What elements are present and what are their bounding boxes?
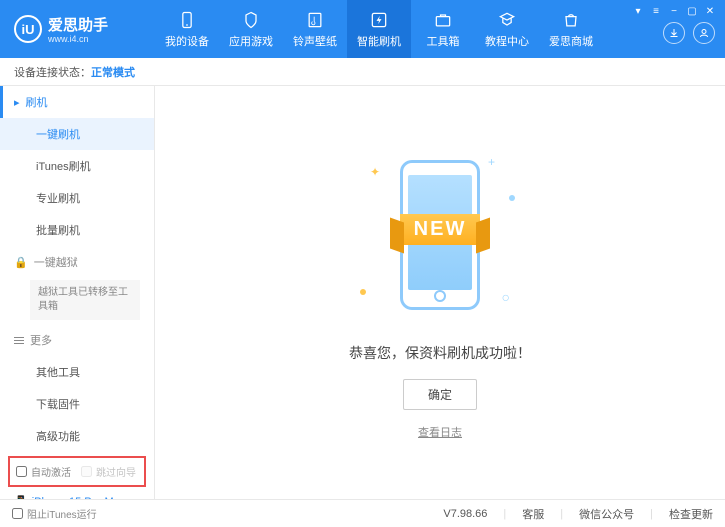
jailbreak-note: 越狱工具已转移至工具箱: [30, 280, 140, 320]
success-message: 恭喜您，保资料刷机成功啦！: [349, 343, 531, 363]
window-controls: ▾ ≡ − ▢ ✕: [631, 4, 717, 18]
music-icon: [305, 10, 325, 30]
more-icon: [14, 337, 24, 344]
status-label: 设备连接状态：: [14, 64, 91, 80]
minimize-icon[interactable]: −: [667, 4, 681, 18]
footer-link-wechat[interactable]: 微信公众号: [579, 506, 634, 522]
skip-guide-checkbox[interactable]: 跳过向导: [81, 464, 136, 479]
sidebar: ▸ 刷机 一键刷机 iTunes刷机 专业刷机 批量刷机 🔒 一键越狱 越狱工具…: [0, 86, 155, 499]
sidebar-section-more[interactable]: 更多: [0, 324, 154, 356]
status-mode: 正常模式: [91, 64, 135, 80]
app-header: iU 爱思助手 www.i4.cn 我的设备 应用游戏 铃声壁纸 智能刷机 工具…: [0, 0, 725, 58]
sidebar-item-oneclick[interactable]: 一键刷机: [0, 118, 154, 150]
user-icon[interactable]: [693, 22, 715, 44]
skin-icon[interactable]: ▾: [631, 4, 645, 18]
sidebar-item-batch[interactable]: 批量刷机: [0, 214, 154, 246]
sidebar-section-flash[interactable]: ▸ 刷机: [0, 86, 154, 118]
body: ▸ 刷机 一键刷机 iTunes刷机 专业刷机 批量刷机 🔒 一键越狱 越狱工具…: [0, 86, 725, 499]
logo-area: iU 爱思助手 www.i4.cn: [0, 14, 155, 44]
header-right: [663, 22, 715, 44]
app-url: www.i4.cn: [48, 34, 108, 44]
nav-toolbox[interactable]: 工具箱: [411, 0, 475, 58]
lock-icon: 🔒: [14, 256, 28, 269]
logo-icon: iU: [14, 15, 42, 43]
sidebar-item-pro[interactable]: 专业刷机: [0, 182, 154, 214]
confirm-button[interactable]: 确定: [403, 379, 477, 410]
nav-store[interactable]: 爱思商城: [539, 0, 603, 58]
store-icon: [561, 10, 581, 30]
nav-ringtones[interactable]: 铃声壁纸: [283, 0, 347, 58]
menu-icon[interactable]: ≡: [649, 4, 663, 18]
tutorial-icon: [497, 10, 517, 30]
main-content: ✦ + ○ NEW 恭喜您，保资料刷机成功啦！ 确定 查看日志: [155, 86, 725, 499]
nav-my-device[interactable]: 我的设备: [155, 0, 219, 58]
view-log-link[interactable]: 查看日志: [418, 424, 462, 440]
auto-activate-checkbox[interactable]: 自动激活: [16, 464, 71, 479]
device-info: 📱 iPhone 15 Pro Max 512GB iPhone: [0, 491, 154, 499]
sidebar-section-jailbreak: 🔒 一键越狱: [0, 246, 154, 278]
maximize-icon[interactable]: ▢: [685, 4, 699, 18]
status-bar: 设备连接状态： 正常模式: [0, 58, 725, 86]
close-icon[interactable]: ✕: [703, 4, 717, 18]
app-name: 爱思助手: [48, 14, 108, 35]
footer: 阻止iTunes运行 V7.98.66 | 客服 | 微信公众号 | 检查更新: [0, 499, 725, 527]
apps-icon: [241, 10, 261, 30]
download-icon[interactable]: [663, 22, 685, 44]
version-label: V7.98.66: [443, 508, 487, 520]
new-ribbon: NEW: [400, 214, 481, 245]
footer-link-support[interactable]: 客服: [522, 506, 544, 522]
sidebar-item-itunes[interactable]: iTunes刷机: [0, 150, 154, 182]
flash-section-icon: ▸: [14, 96, 20, 109]
sidebar-item-other[interactable]: 其他工具: [0, 356, 154, 388]
footer-link-update[interactable]: 检查更新: [669, 506, 713, 522]
nav-apps[interactable]: 应用游戏: [219, 0, 283, 58]
nav-flash[interactable]: 智能刷机: [347, 0, 411, 58]
success-illustration: ✦ + ○ NEW: [340, 145, 540, 325]
sidebar-item-firmware[interactable]: 下载固件: [0, 388, 154, 420]
toolbox-icon: [433, 10, 453, 30]
sidebar-options-highlight: 自动激活 跳过向导: [8, 456, 146, 487]
device-icon: [177, 10, 197, 30]
block-itunes-checkbox[interactable]: 阻止iTunes运行: [12, 506, 97, 521]
sidebar-item-advanced[interactable]: 高级功能: [0, 420, 154, 452]
nav-tutorials[interactable]: 教程中心: [475, 0, 539, 58]
flash-icon: [369, 10, 389, 30]
